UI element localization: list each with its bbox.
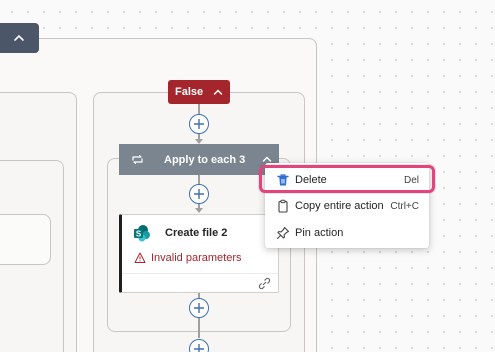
warning-icon bbox=[134, 252, 146, 263]
connector-arrow-icon bbox=[195, 208, 203, 213]
menu-item-copy-entire-action[interactable]: Copy entire action Ctrl+C bbox=[265, 193, 429, 219]
add-step-button[interactable] bbox=[189, 339, 209, 352]
apply-each-header[interactable]: Apply to each 3 bbox=[119, 144, 279, 175]
connector-line bbox=[198, 175, 200, 184]
plus-icon bbox=[194, 303, 204, 313]
card-divider bbox=[122, 273, 278, 274]
false-branch-label[interactable]: False bbox=[168, 80, 230, 104]
delete-highlight-frame bbox=[259, 165, 435, 193]
pin-icon bbox=[276, 226, 290, 240]
add-step-button[interactable] bbox=[189, 184, 209, 204]
link-icon[interactable] bbox=[258, 277, 271, 290]
menu-item-label: Copy entire action bbox=[295, 200, 384, 212]
add-step-button[interactable] bbox=[189, 298, 209, 318]
action-title: Create file 2 bbox=[165, 227, 228, 239]
plus-icon bbox=[194, 344, 204, 352]
true-branch-action-placeholder bbox=[0, 214, 51, 265]
menu-item-pin-action[interactable]: Pin action bbox=[265, 220, 429, 246]
add-step-button[interactable] bbox=[189, 114, 209, 134]
false-branch-text: False bbox=[175, 86, 204, 98]
plus-icon bbox=[194, 189, 204, 199]
svg-text:S: S bbox=[136, 230, 142, 239]
connector-line bbox=[198, 104, 200, 114]
connector-line bbox=[198, 332, 200, 338]
chevron-up-icon[interactable] bbox=[212, 86, 224, 98]
connector-line bbox=[198, 318, 200, 332]
apply-each-title: Apply to each 3 bbox=[164, 154, 246, 166]
condition-header-fragment[interactable] bbox=[0, 23, 39, 53]
loop-icon bbox=[132, 154, 143, 165]
menu-item-label: Pin action bbox=[295, 227, 344, 239]
chevron-up-icon[interactable] bbox=[12, 31, 26, 45]
sharepoint-icon: S bbox=[134, 225, 150, 242]
clipboard-icon bbox=[278, 199, 288, 213]
menu-item-shortcut: Ctrl+C bbox=[390, 201, 419, 212]
plus-icon bbox=[194, 119, 204, 129]
create-file-action-card[interactable]: S Create file 2 Invalid parameters bbox=[119, 214, 279, 293]
action-error-status: Invalid parameters bbox=[151, 252, 242, 264]
